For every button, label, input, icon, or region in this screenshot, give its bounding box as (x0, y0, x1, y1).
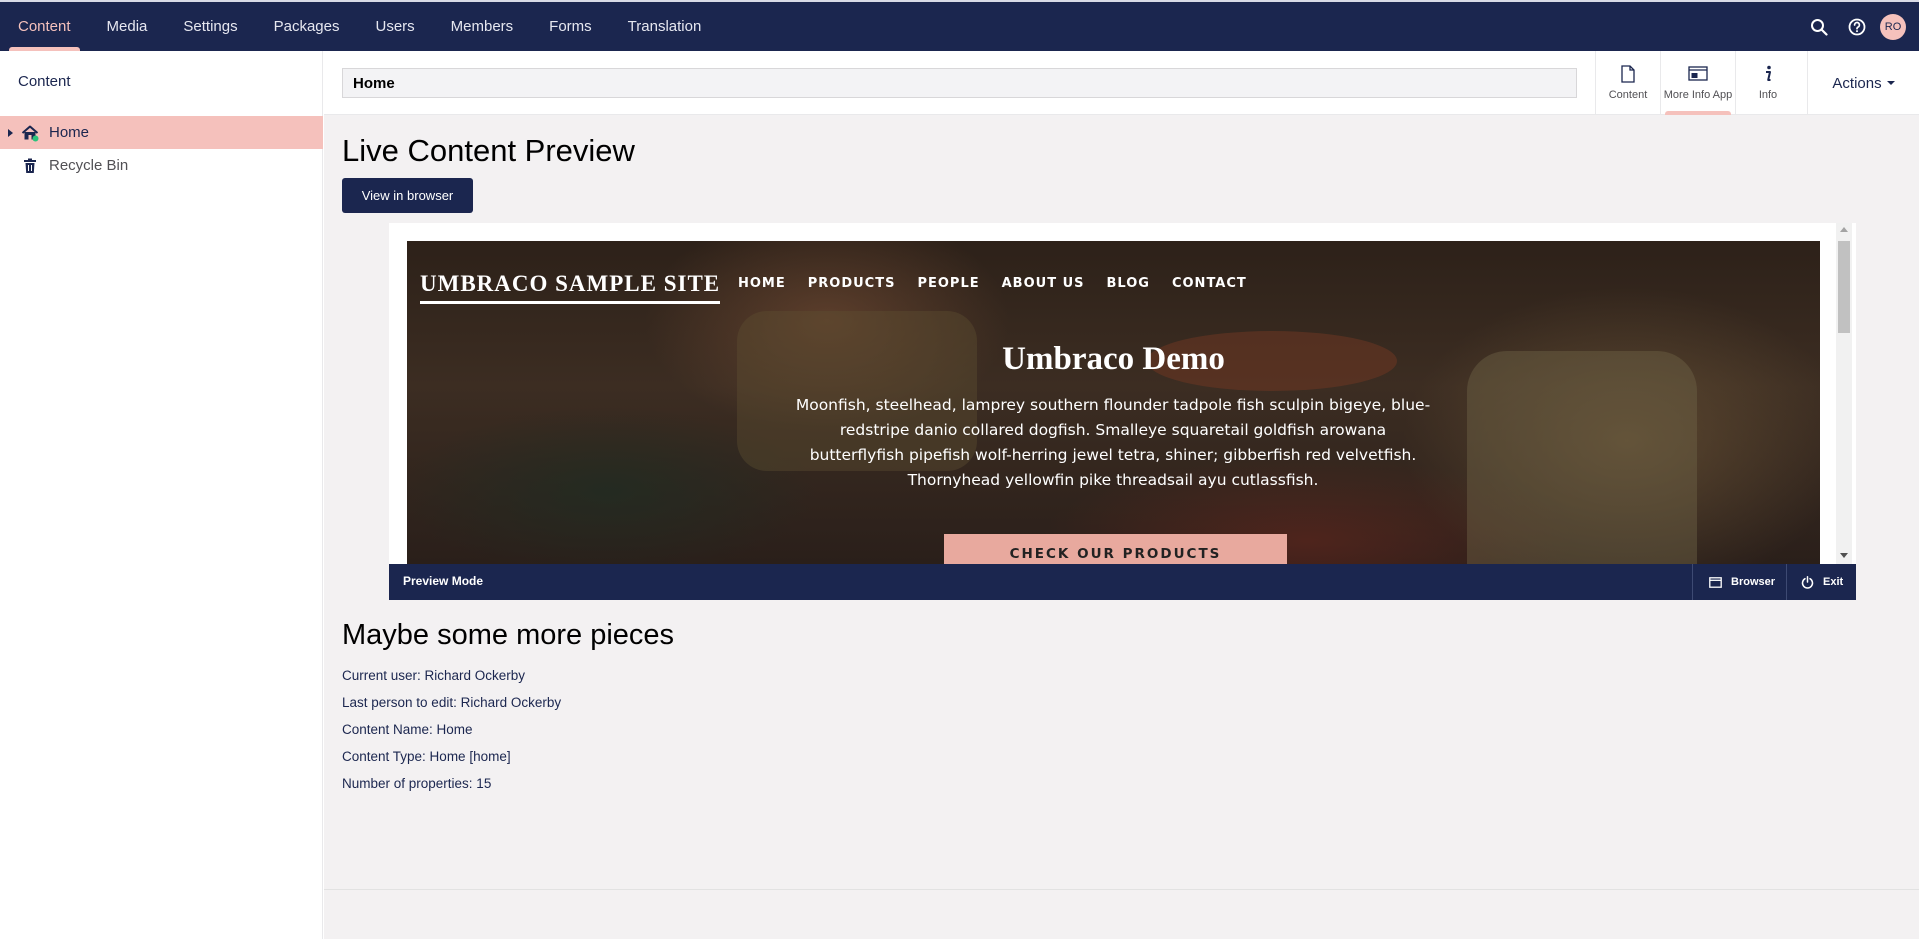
content-apps: Content More Info App Info (1595, 51, 1800, 115)
app-info[interactable]: Info (1735, 51, 1800, 115)
sidebar-title: Content (18, 73, 71, 90)
site-nav-home[interactable]: HOME (738, 276, 786, 291)
user-avatar[interactable]: RO (1880, 13, 1906, 40)
scrollbar-thumb[interactable] (1838, 241, 1850, 333)
scroll-up-icon[interactable] (1840, 227, 1848, 232)
tree-item-label: Recycle Bin (49, 157, 129, 174)
power-icon (1801, 575, 1814, 589)
document-icon (1621, 65, 1635, 83)
node-name-input[interactable] (342, 68, 1577, 98)
info-content-name: Content Name: Home (342, 722, 473, 737)
actions-label: Actions (1832, 74, 1882, 92)
app-more-info[interactable]: More Info App (1660, 51, 1735, 115)
preview-mode-label: Preview Mode (403, 574, 484, 588)
site-nav-blog[interactable]: BLOG (1107, 276, 1150, 291)
info-icon (1766, 65, 1771, 81)
exit-label: Exit (1823, 576, 1844, 588)
hero-text: Moonfish, steelhead, lamprey southern fl… (795, 396, 1431, 489)
tree-item-home[interactable]: Home (0, 116, 323, 149)
content-area: Live Content Preview View in browser UMB… (324, 115, 1919, 890)
header-tools: RO (1800, 2, 1919, 51)
editor-panel: Content More Info App (324, 51, 1919, 939)
preview-iframe[interactable]: UMBRACO SAMPLE SITE HOME PRODUCTS PEOPLE… (389, 223, 1856, 564)
actions-dropdown[interactable]: Actions (1807, 51, 1919, 115)
tree-item-recycle-bin[interactable]: Recycle Bin (0, 149, 323, 182)
section-tab-content[interactable]: Content (0, 2, 89, 51)
site-logo[interactable]: UMBRACO SAMPLE SITE (420, 271, 721, 304)
app-content[interactable]: Content (1595, 51, 1660, 115)
tree-item-label: Home (49, 124, 90, 141)
info-content-type: Content Type: Home [home] (342, 749, 511, 764)
preview-scrollbar[interactable] (1836, 223, 1852, 564)
site-nav-products[interactable]: PRODUCTS (808, 276, 896, 291)
section-tab-settings[interactable]: Settings (165, 2, 255, 51)
site-nav-about-us[interactable]: ABOUT US (1002, 276, 1085, 291)
help-button[interactable] (1838, 2, 1876, 51)
preview-heading: Live Content Preview (342, 133, 635, 168)
section-tab-members[interactable]: Members (433, 2, 532, 51)
browser-label: Browser (1731, 576, 1776, 588)
info-property-count: Number of properties: 15 (342, 776, 492, 791)
info-current-user: Current user: Richard Ockerby (342, 668, 526, 683)
app-label: Content (1608, 89, 1648, 101)
content-tree-sidebar: Content Home Recycle Bin (0, 51, 323, 939)
hero-title: Umbraco Demo (1002, 341, 1225, 377)
app-label: More Info App (1663, 89, 1733, 101)
preview-browser-button[interactable]: Browser (1692, 564, 1786, 600)
hero-background-image (1467, 351, 1697, 564)
home-icon (21, 125, 39, 142)
hero-banner: UMBRACO SAMPLE SITE HOME PRODUCTS PEOPLE… (407, 241, 1820, 564)
search-button[interactable] (1800, 2, 1838, 51)
app-label: Info (1758, 89, 1778, 101)
chevron-down-icon (1886, 81, 1895, 85)
info-last-editor: Last person to edit: Richard Ockerby (342, 695, 562, 710)
section-tab-users[interactable]: Users (357, 2, 432, 51)
section-nav: Content Media Settings Packages Users Me… (0, 2, 719, 51)
search-icon (1811, 18, 1828, 36)
site-nav-contact[interactable]: CONTACT (1172, 276, 1247, 291)
more-pieces-heading: Maybe some more pieces (342, 619, 675, 651)
section-tab-translation[interactable]: Translation (610, 2, 720, 51)
site-nav: HOME PRODUCTS PEOPLE ABOUT US BLOG CONTA… (738, 276, 1269, 291)
preview-exit-button[interactable]: Exit (1786, 564, 1856, 600)
window-icon (1688, 66, 1708, 81)
trash-icon (24, 158, 36, 173)
editor-header: Content More Info App (324, 51, 1919, 115)
site-nav-people[interactable]: PEOPLE (917, 276, 979, 291)
check-products-button[interactable]: CHECK OUR PRODUCTS (944, 534, 1287, 564)
preview-mode-bar: Preview Mode Browser Exit (389, 564, 1856, 600)
view-in-browser-button[interactable]: View in browser (342, 178, 473, 213)
section-tab-forms[interactable]: Forms (531, 2, 610, 51)
browser-window-icon (1709, 576, 1722, 588)
section-tab-packages[interactable]: Packages (256, 2, 358, 51)
section-tab-media[interactable]: Media (89, 2, 166, 51)
help-icon (1848, 18, 1866, 35)
top-navigation-bar: Content Media Settings Packages Users Me… (0, 0, 1919, 51)
expand-caret-icon[interactable] (8, 129, 13, 137)
scroll-down-icon[interactable] (1840, 553, 1848, 558)
